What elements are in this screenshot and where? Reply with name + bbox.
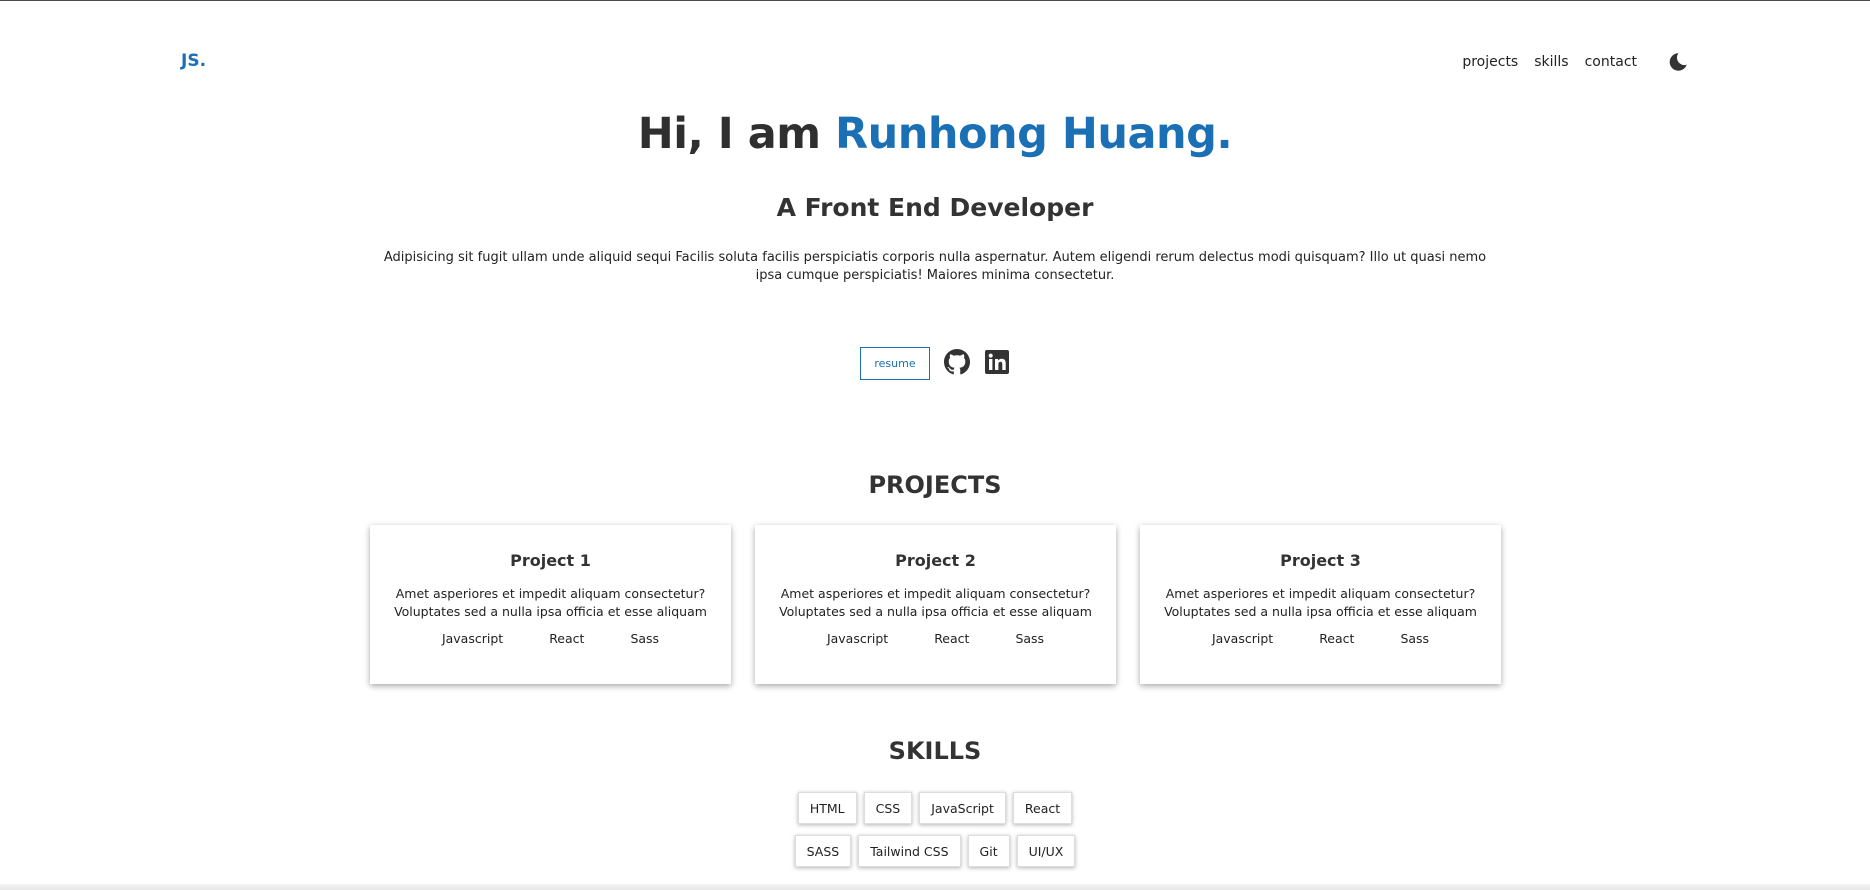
nav-projects[interactable]: projects xyxy=(1462,54,1518,70)
logo-link[interactable]: JS. xyxy=(181,51,206,71)
moon-icon[interactable] xyxy=(1665,49,1691,75)
hero-name: Runhong Huang. xyxy=(835,109,1233,159)
project-tag: Sass xyxy=(1400,631,1430,646)
hero-greeting: Hi, I am xyxy=(637,109,836,159)
skill-badge: JavaScript xyxy=(919,792,1006,824)
project-card[interactable]: Project 3 Amet asperiores et impedit ali… xyxy=(1140,525,1501,684)
project-tag: Javascript xyxy=(441,631,504,646)
project-tag: React xyxy=(549,631,585,646)
project-tag: React xyxy=(934,631,970,646)
hero-description: Adipisicing sit fugit ullam unde aliquid… xyxy=(383,250,1487,283)
skill-badge: Tailwind CSS xyxy=(858,835,961,867)
project-title: Project 1 xyxy=(510,551,591,570)
project-card[interactable]: Project 2 Amet asperiores et impedit ali… xyxy=(755,525,1116,684)
nav-contact[interactable]: contact xyxy=(1585,54,1637,70)
main-nav: projects skills contact xyxy=(1462,49,1691,75)
project-tags: Javascript React Sass xyxy=(1140,631,1501,646)
skill-badge: HTML xyxy=(797,792,857,824)
project-description: Amet asperiores et impedit aliquam conse… xyxy=(394,586,707,619)
skill-badge: SASS xyxy=(794,835,852,867)
project-tag: Sass xyxy=(1015,631,1045,646)
project-card[interactable]: Project 1 Amet asperiores et impedit ali… xyxy=(370,525,731,684)
github-icon[interactable] xyxy=(944,348,970,375)
project-tag: React xyxy=(1319,631,1355,646)
skill-badge: React xyxy=(1012,792,1073,824)
skills-row: HTML CSS JavaScript React xyxy=(0,792,1870,824)
project-description: Amet asperiores et impedit aliquam conse… xyxy=(779,586,1092,619)
hero-title: Hi, I am Runhong Huang. xyxy=(0,109,1870,159)
projects-list: Project 1 Amet asperiores et impedit ali… xyxy=(370,525,1501,684)
project-tag: Javascript xyxy=(826,631,889,646)
project-tags: Javascript React Sass xyxy=(755,631,1116,646)
linkedin-icon[interactable] xyxy=(984,349,1010,375)
project-tags: Javascript React Sass xyxy=(370,631,731,646)
window-bottom-edge xyxy=(0,884,1870,890)
nav-skills[interactable]: skills xyxy=(1534,54,1568,70)
project-tag: Sass xyxy=(630,631,660,646)
portfolio-page: JS. projects skills contact Hi, I am Run… xyxy=(0,0,1870,890)
projects-title: PROJECTS xyxy=(868,471,1002,499)
skills-title: SKILLS xyxy=(888,737,982,765)
project-description: Amet asperiores et impedit aliquam conse… xyxy=(1164,586,1477,619)
skill-badge: Git xyxy=(967,835,1010,867)
project-title: Project 2 xyxy=(895,551,976,570)
hero-subtitle: A Front End Developer xyxy=(776,193,1094,222)
project-tag: Javascript xyxy=(1211,631,1274,646)
resume-button[interactable]: resume xyxy=(860,347,930,380)
hero-actions: resume xyxy=(0,347,1870,380)
skill-badge: CSS xyxy=(863,792,913,824)
skills-row: SASS Tailwind CSS Git UI/UX xyxy=(0,835,1870,867)
skill-badge: UI/UX xyxy=(1016,835,1076,867)
project-title: Project 3 xyxy=(1280,551,1361,570)
